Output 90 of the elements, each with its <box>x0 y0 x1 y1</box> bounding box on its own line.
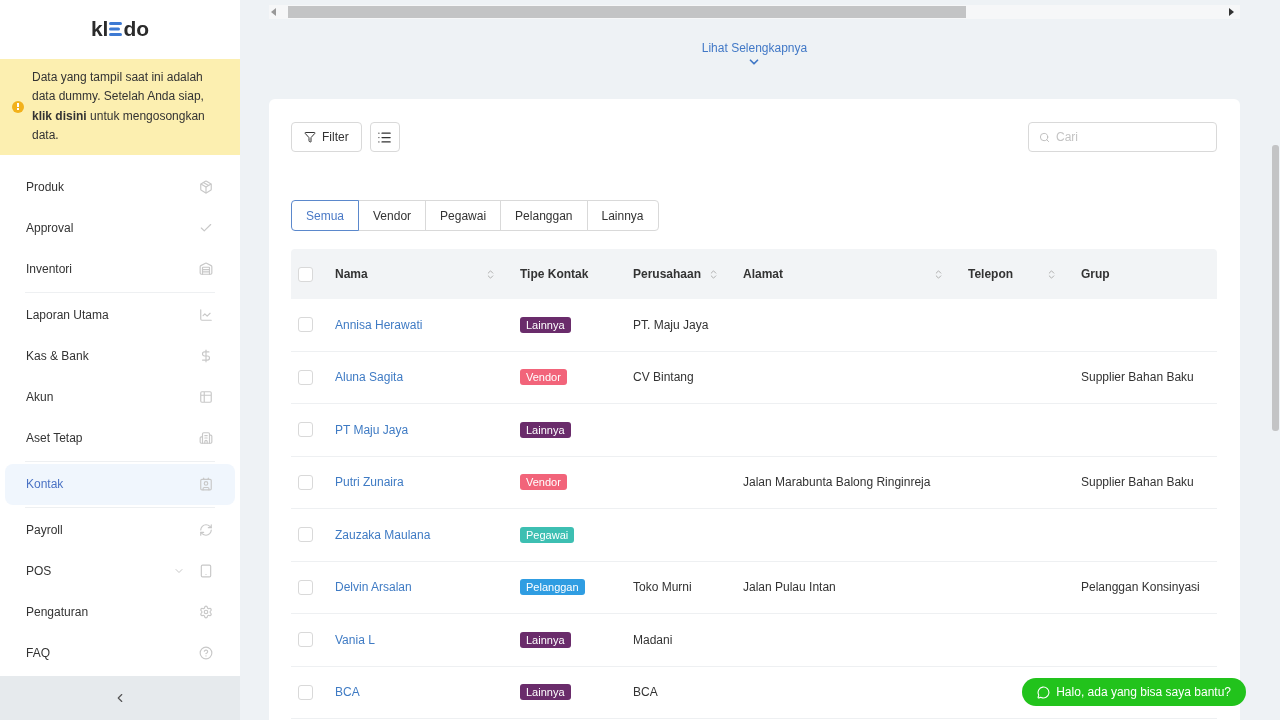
contact-type-tag: Lainnya <box>520 316 571 333</box>
filter-tab[interactable]: Lainnya <box>586 200 659 231</box>
table-cell: PT. Maju Jaya <box>633 317 709 332</box>
contact-type-tag: Pelanggan <box>520 579 585 596</box>
table-cell: BCA <box>633 685 658 700</box>
logo-text: kl <box>90 17 109 42</box>
sidebar-item[interactable]: Kas & Bank <box>5 335 235 377</box>
notice-text: Data yang tampil saat ini adalah data dummy. Setelah Anda siap, klik disini untuk mengosongkan data. <box>32 68 206 145</box>
tablet-icon <box>199 564 213 579</box>
filter-tab[interactable]: Pelanggan <box>500 200 588 231</box>
contact-name-link[interactable]: Aluna Sagita <box>335 370 404 385</box>
sort-icon[interactable] <box>933 268 944 280</box>
contact-name-link[interactable]: BCA <box>335 685 360 700</box>
box-icon <box>199 180 213 195</box>
column-header: Alamat <box>743 267 783 281</box>
contact-type-tag: Pegawai <box>520 526 575 543</box>
table-cell: Jalan Marabunta Balong Ringinreja <box>743 475 931 490</box>
sort-icon[interactable] <box>1046 268 1057 280</box>
column-header: Telepon <box>968 267 1014 281</box>
sidebar-item[interactable]: POS <box>5 550 235 592</box>
contact-type-tag: Vendor <box>520 369 567 386</box>
id-card-icon <box>199 477 213 492</box>
row-checkbox[interactable] <box>298 632 313 648</box>
table-cell: Toko Murni <box>633 580 692 595</box>
table-cell: Jalan Pulau Intan <box>743 580 836 595</box>
table-cell: Supplier Bahan Baku <box>1081 475 1194 490</box>
sidebar-item[interactable]: Pengaturan <box>5 591 235 633</box>
contact-name-link[interactable]: Putri Zunaira <box>335 475 404 490</box>
sidebar-item[interactable]: Inventori <box>5 248 235 290</box>
building-icon <box>199 431 213 446</box>
horizontal-scrollbar[interactable] <box>269 5 1240 19</box>
sidebar-item[interactable]: Akun <box>5 376 235 418</box>
filter-tab[interactable]: Semua <box>291 200 360 231</box>
sidebar-item[interactable]: Aset Tetap <box>5 417 235 459</box>
table-cell: CV Bintang <box>633 370 694 385</box>
contact-type-tag: Vendor <box>520 474 567 491</box>
list-view-button[interactable] <box>369 122 400 152</box>
list-icon <box>377 129 393 145</box>
filter-button[interactable]: Filter <box>291 122 362 152</box>
filter-tab[interactable]: Pegawai <box>425 200 502 231</box>
dollar-icon <box>199 349 213 364</box>
clear-data-link[interactable]: klik disini <box>32 108 87 123</box>
column-header: Perusahaan <box>633 267 702 281</box>
see-more-link[interactable]: Lihat Selengkapnya <box>701 41 808 69</box>
contact-name-link[interactable]: Zauzaka Maulana <box>335 527 431 542</box>
help-icon <box>199 646 213 661</box>
contact-name-link[interactable]: Vania L <box>335 632 375 647</box>
select-all-checkbox[interactable] <box>298 266 313 282</box>
chat-bubble-icon <box>1037 685 1051 699</box>
logo-mark-icon <box>109 21 123 38</box>
row-checkbox[interactable] <box>298 579 313 595</box>
contact-name-link[interactable]: PT Maju Jaya <box>335 422 409 437</box>
table-cell: Pelanggan Konsinyasi <box>1081 580 1200 595</box>
row-checkbox[interactable] <box>298 369 313 385</box>
sort-icon[interactable] <box>485 268 496 280</box>
warehouse-icon <box>199 262 213 277</box>
logo-text: do <box>123 17 150 42</box>
column-header: Tipe Kontak <box>520 267 589 281</box>
sidebar-item[interactable]: FAQ <box>5 632 235 674</box>
filter-icon <box>304 131 316 143</box>
scroll-left-icon <box>271 8 276 16</box>
contact-type-tag: Lainnya <box>520 631 571 648</box>
scroll-right-icon <box>1229 8 1234 16</box>
table-cell: Supplier Bahan Baku <box>1081 370 1194 385</box>
line-chart-icon <box>199 308 213 323</box>
sidebar-item[interactable]: Payroll <box>5 509 235 551</box>
row-checkbox[interactable] <box>298 317 313 333</box>
sort-icon[interactable] <box>708 268 719 280</box>
table-cell: Madani <box>633 632 673 647</box>
sidebar-item[interactable]: Kontak <box>5 463 235 505</box>
sidebar-item[interactable]: Approval <box>5 207 235 249</box>
row-checkbox[interactable] <box>298 527 313 543</box>
column-header: Nama <box>335 267 368 281</box>
collapse-sidebar-button[interactable] <box>0 675 240 720</box>
contact-type-tag: Lainnya <box>520 684 571 701</box>
row-checkbox[interactable] <box>298 684 313 700</box>
filter-tab[interactable]: Vendor <box>358 200 427 231</box>
refresh-icon <box>199 523 213 538</box>
contact-type-tag: Lainnya <box>520 421 571 438</box>
settings-icon <box>199 605 213 620</box>
sidebar-item[interactable]: Laporan Utama <box>5 294 235 336</box>
table-icon <box>199 390 213 405</box>
contact-name-link[interactable]: Annisa Herawati <box>335 317 423 332</box>
column-header: Grup <box>1081 267 1110 281</box>
sidebar-item[interactable]: Produk <box>5 166 235 208</box>
contact-name-link[interactable]: Delvin Arsalan <box>335 580 412 595</box>
row-checkbox[interactable] <box>298 422 313 438</box>
warning-icon <box>12 100 24 113</box>
search-field[interactable]: Cari <box>1028 122 1217 152</box>
row-checkbox[interactable] <box>298 474 313 490</box>
